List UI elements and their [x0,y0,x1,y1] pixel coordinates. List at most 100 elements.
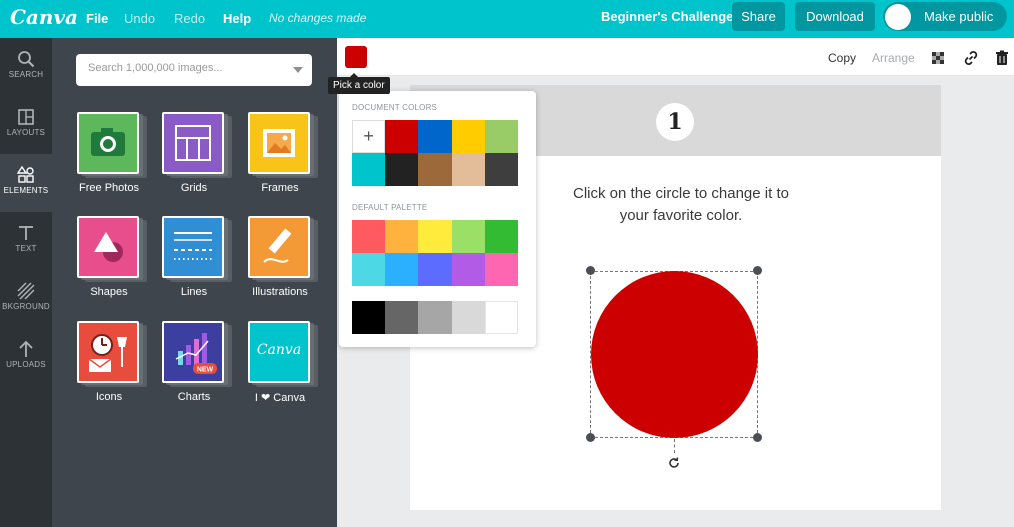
top-bar: Canva File Undo Redo Help No changes mad… [0,0,1014,38]
tile-label: Illustrations [252,286,308,298]
canva-logo-text: Canva [256,342,302,358]
arrange-button[interactable]: Arrange [872,51,915,65]
rail-item-search[interactable]: SEARCH [0,38,52,96]
default-palette-title: DEFAULT PALETTE [352,203,428,212]
undo-button[interactable]: Undo [124,11,155,26]
tile-label: Shapes [90,286,128,298]
color-swatch[interactable] [418,153,452,186]
pick-color-tooltip: Pick a color [328,73,390,94]
tile-label: Grids [180,182,208,194]
color-swatch[interactable] [385,301,419,334]
text-icon [19,226,33,240]
resize-handle-bottom-left[interactable] [586,433,595,442]
shapes-icon [77,216,139,278]
grid-icon [162,112,224,174]
color-swatch[interactable] [352,153,386,186]
color-swatch[interactable] [484,220,518,253]
layouts-icon [18,109,34,125]
rail-item-uploads[interactable]: UPLOADS [0,328,52,386]
instruction-text[interactable]: Click on the circle to change it to your… [565,183,797,227]
pencil-icon [248,216,310,278]
lines-icon [162,216,224,278]
tile-label: Lines [180,286,208,298]
tile-label: Frames [261,182,299,194]
color-swatch[interactable] [484,120,518,153]
upload-icon [19,340,33,357]
rail-item-background[interactable]: BKGROUND [0,270,52,328]
rail-label: UPLOADS [6,360,46,369]
redo-button[interactable]: Redo [174,11,205,26]
add-color-button[interactable]: + [352,120,386,153]
editor-toolbar: Copy Arrange [337,38,1014,76]
file-menu[interactable]: File [86,11,108,26]
rail-label: ELEMENTS [3,186,49,195]
canva-logo-icon: Canva [248,321,310,383]
transparency-icon[interactable] [930,50,946,66]
rail-item-text[interactable]: TEXT [0,212,52,270]
color-picker-button[interactable] [345,46,367,68]
trash-icon[interactable] [994,50,1010,66]
tile-label: I ❤ Canva [254,392,306,404]
color-swatch[interactable] [418,220,452,253]
document-colors-title: DOCUMENT COLORS [352,103,438,112]
color-swatch[interactable] [451,220,485,253]
color-swatch[interactable] [418,120,452,153]
resize-handle-top-right[interactable] [753,266,762,275]
camera-icon [77,112,139,174]
color-swatch[interactable] [484,301,518,334]
elements-panel: Free Photos Grids Frames Shapes Lines [52,38,337,527]
rail-item-elements[interactable]: ELEMENTS [0,154,52,212]
image-search[interactable] [76,54,312,86]
tile-label: Icons [95,391,123,403]
rotate-icon[interactable] [666,455,682,471]
color-swatch[interactable] [385,153,419,186]
rail-label: SEARCH [8,70,44,79]
color-swatch[interactable] [451,253,485,286]
chart-icon: NEW [162,321,224,383]
link-icon[interactable] [963,50,979,66]
gray-palette-grid [352,301,518,334]
resize-handle-top-left[interactable] [586,266,595,275]
tile-label: Free Photos [79,182,139,194]
frame-icon [248,112,310,174]
background-icon [17,282,35,300]
share-button[interactable]: Share [732,2,785,31]
rail-label: BKGROUND [2,302,50,311]
make-public-toggle[interactable]: Make public [883,2,1007,31]
canva-logo[interactable]: Canva [10,5,78,29]
rail-label: LAYOUTS [6,128,46,137]
help-menu[interactable]: Help [223,11,251,26]
copy-button[interactable]: Copy [828,51,856,65]
color-swatch[interactable] [484,253,518,286]
color-swatch[interactable] [451,153,485,186]
rail-label: TEXT [15,244,37,253]
color-swatch[interactable] [352,301,386,334]
color-swatch[interactable] [352,220,386,253]
color-swatch[interactable] [385,253,419,286]
download-button[interactable]: Download [795,2,875,31]
clock-icon [77,321,139,383]
color-swatch[interactable] [352,253,386,286]
color-swatch[interactable] [418,253,452,286]
rail-item-layouts[interactable]: LAYOUTS [0,96,52,154]
save-status: No changes made [269,11,367,25]
color-swatch[interactable] [451,301,485,334]
elements-icon [17,166,34,183]
search-input[interactable] [88,62,278,74]
red-circle[interactable] [591,271,758,438]
tile-label: Charts [177,391,211,403]
resize-handle-bottom-right[interactable] [753,433,762,442]
chevron-down-icon[interactable] [293,67,303,73]
step-number: 1 [656,103,694,141]
color-swatch[interactable] [451,120,485,153]
toggle-knob [885,4,911,30]
document-colors-grid: + [352,120,518,186]
rotate-connector [674,439,675,453]
left-rail: SEARCH LAYOUTS ELEMENTS TEXT BKGROUND UP… [0,38,52,527]
color-swatch[interactable] [385,120,419,153]
color-swatch[interactable] [385,220,419,253]
design-title[interactable]: Beginner's Challenge [601,9,733,24]
color-swatch[interactable] [418,301,452,334]
color-swatch[interactable] [484,153,518,186]
search-icon [18,51,35,68]
